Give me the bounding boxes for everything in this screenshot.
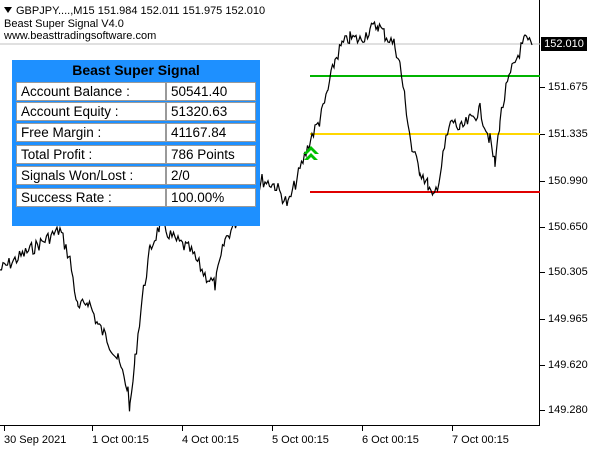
price-axis-tick [540, 134, 545, 135]
price-axis-tick [540, 87, 545, 88]
panel-row-label: Account Equity : [16, 102, 166, 121]
panel-row-value: 50541.40 [166, 82, 256, 101]
time-axis-label: 6 Oct 00:15 [362, 434, 419, 446]
panel-row-label: Signals Won/Lost : [16, 166, 166, 185]
time-axis-tick [452, 426, 453, 431]
price-axis-tick [540, 272, 545, 273]
price-axis-label: 149.965 [548, 313, 588, 325]
price-axis-label: 149.620 [548, 359, 588, 371]
price-chart-area[interactable]: GBPJPY....,M15 151.984 152.011 151.975 1… [0, 0, 540, 426]
dropdown-triangle-icon[interactable] [4, 7, 12, 13]
price-axis-label: 151.335 [548, 128, 588, 140]
panel-row-total-profit: Total Profit : 786 Points [16, 145, 256, 164]
time-axis-label: 1 Oct 00:15 [92, 434, 149, 446]
panel-row-label: Free Margin : [16, 123, 166, 142]
price-axis-tick [540, 181, 545, 182]
indicator-name: Beast Super Signal V4.0 [4, 18, 124, 30]
time-axis-tick [4, 426, 5, 431]
panel-row-account-balance: Account Balance : 50541.40 [16, 82, 256, 101]
panel-row-signals-won-lost: Signals Won/Lost : 2/0 [16, 166, 256, 185]
time-axis-label: 4 Oct 00:15 [182, 434, 239, 446]
price-axis-label: 151.675 [548, 81, 588, 93]
time-axis-label: 5 Oct 00:15 [272, 434, 329, 446]
chart-window[interactable]: GBPJPY....,M15 151.984 152.011 151.975 1… [0, 0, 600, 450]
time-axis[interactable]: 30 Sep 2021 1 Oct 00:15 4 Oct 00:15 5 Oc… [0, 426, 540, 450]
panel-row-success-rate: Success Rate : 100.00% [16, 188, 256, 207]
buy-arrow-icon [303, 146, 319, 160]
time-axis-label: 7 Oct 00:15 [452, 434, 509, 446]
panel-row-value: 100.00% [166, 188, 256, 207]
price-axis-label: 149.280 [548, 404, 588, 416]
panel-row-label: Total Profit : [16, 145, 166, 164]
panel-row-value: 2/0 [166, 166, 256, 185]
time-axis-tick [272, 426, 273, 431]
panel-row-label: Success Rate : [16, 188, 166, 207]
panel-row-free-margin: Free Margin : 41167.84 [16, 123, 256, 142]
symbol-header: GBPJPY....,M15 151.984 152.011 151.975 1… [4, 5, 265, 17]
panel-row-label: Account Balance : [16, 82, 166, 101]
current-price-label: 152.010 [541, 37, 587, 51]
panel-title: Beast Super Signal [72, 62, 200, 78]
signal-info-panel: Beast Super Signal Account Balance : 505… [12, 60, 260, 226]
time-axis-label: 30 Sep 2021 [4, 434, 67, 446]
price-axis-label: 150.990 [548, 175, 588, 187]
price-axis-tick [540, 410, 545, 411]
price-axis-label: 150.650 [548, 221, 588, 233]
panel-row-value: 41167.84 [166, 123, 256, 142]
price-axis-label: 150.305 [548, 266, 588, 278]
time-axis-tick [92, 426, 93, 431]
website-text: www.beasttradingsoftware.com [4, 30, 157, 42]
price-axis-tick [540, 319, 545, 320]
price-axis[interactable]: 151.675 151.335 150.990 150.650 150.305 … [540, 0, 600, 426]
time-axis-tick [182, 426, 183, 431]
panel-row-account-equity: Account Equity : 51320.63 [16, 102, 256, 121]
symbol-quote-text: GBPJPY....,M15 151.984 152.011 151.975 1… [16, 5, 266, 17]
price-axis-tick [540, 365, 545, 366]
price-axis-tick [540, 227, 545, 228]
panel-row-value: 786 Points [166, 145, 256, 164]
panel-row-value: 51320.63 [166, 102, 256, 121]
time-axis-tick [362, 426, 363, 431]
